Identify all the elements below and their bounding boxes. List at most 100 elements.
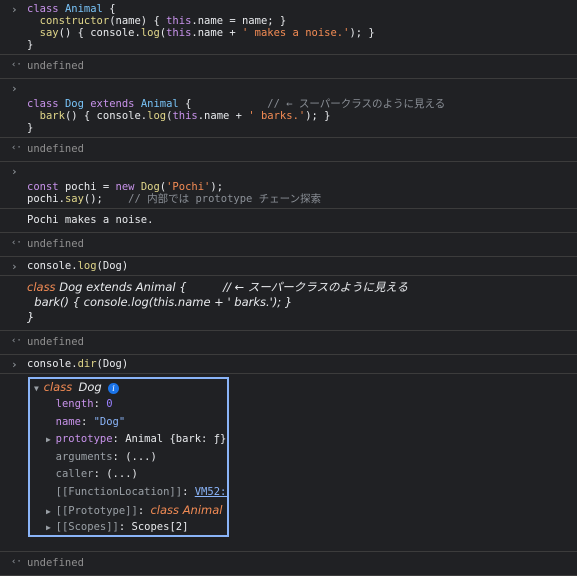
property-separator: : xyxy=(112,450,126,463)
return-arrow-icon: ‹· xyxy=(11,557,22,567)
code-token: constructor xyxy=(39,15,110,27)
property-separator: : xyxy=(112,433,126,446)
console-result-entry: ‹· undefined xyxy=(0,138,577,162)
code-token: // 内部では prototype チェーン探索 xyxy=(128,193,322,205)
code-token: .name = name; } xyxy=(191,15,287,27)
code-line: class Animal { xyxy=(27,3,577,15)
code-line: console.log(Dog) xyxy=(27,260,577,272)
code-token: class xyxy=(27,280,60,294)
code-token: () { console. xyxy=(64,110,148,122)
return-arrow-icon: ‹· xyxy=(11,336,22,346)
code-line: } xyxy=(27,122,577,134)
dir-object-tree[interactable]: ▼ class Dog i length: 0 name: "Dog" ▶ pro… xyxy=(28,377,229,537)
code-token: ); } xyxy=(349,27,375,39)
property-value: Animal {bark: ƒ} xyxy=(125,433,227,446)
result-value: undefined xyxy=(27,557,84,569)
expand-triangle-icon[interactable]: ▶ xyxy=(46,507,56,516)
code-token: ); } xyxy=(305,110,331,122)
property-separator: : xyxy=(182,486,195,498)
tree-property-row: arguments: (...) xyxy=(46,451,157,464)
log-text: Pochi makes a noise. xyxy=(27,214,154,226)
code-token: const xyxy=(27,181,65,193)
code-token: Animal xyxy=(64,3,110,15)
result-value: undefined xyxy=(27,336,84,348)
code-line: } xyxy=(27,39,577,51)
code-token: console. xyxy=(27,358,78,370)
code-line: bark() { console.log(this.name + ' barks… xyxy=(27,295,577,310)
console-input-entry[interactable]: › class Animal { constructor(name) { this… xyxy=(0,0,577,55)
code-token: // ← スーパークラスのように見える xyxy=(267,98,446,110)
code-line: const pochi = new Dog('Pochi'); xyxy=(27,181,577,193)
code-token: Dog xyxy=(64,98,91,110)
property-separator: : xyxy=(137,504,151,517)
property-key: caller xyxy=(55,468,94,481)
console-input-entry[interactable]: › console.log(Dog) xyxy=(0,257,577,276)
property-separator: : xyxy=(93,398,107,410)
code-token: ' makes a noise.' xyxy=(241,27,350,39)
info-icon[interactable]: i xyxy=(108,383,120,394)
expand-triangle-icon[interactable]: ▶ xyxy=(46,523,56,532)
property-key: [[Scopes]] xyxy=(55,521,119,534)
result-value: undefined xyxy=(27,238,84,250)
console-input-entry[interactable]: › console.dir(Dog) xyxy=(0,355,577,374)
code-token: class xyxy=(27,98,65,110)
code-token: bark xyxy=(39,110,65,122)
code-token: { xyxy=(109,3,116,15)
code-token: (Dog) xyxy=(96,260,129,272)
code-token: bark() { console.log(this.name + ' barks… xyxy=(27,295,293,309)
code-token: Dog xyxy=(140,181,160,193)
class-name: Dog xyxy=(78,380,102,394)
code-line: bark() { console.log(this.name + ' barks… xyxy=(27,110,577,122)
code-token: (name) { xyxy=(109,15,167,27)
console-input-entry[interactable]: › class Dog extends Animal { // ← スーパークラス… xyxy=(0,79,577,138)
tree-property-row[interactable]: ▶ [[Scopes]]: Scopes[2] xyxy=(46,521,188,534)
expand-triangle-icon[interactable]: ▶ xyxy=(46,435,56,444)
code-token: (); xyxy=(83,193,129,205)
code-token: (Dog) xyxy=(96,358,129,370)
code-token: new xyxy=(115,181,141,193)
code-token: Dog extends Animal { // ← スーパークラスのように見える xyxy=(59,280,409,294)
property-key: [[FunctionLocation]] xyxy=(55,486,183,498)
tree-property-row: name: "Dog" xyxy=(46,415,126,429)
code-line: pochi.say(); // 内部では prototype チェーン探索 xyxy=(27,193,577,205)
code-token: pochi = xyxy=(64,181,116,193)
code-token: say xyxy=(39,27,59,39)
result-value: undefined xyxy=(27,143,84,155)
tree-property-row[interactable]: ▶ [[Prototype]]: class Animal xyxy=(46,504,222,518)
property-value: 0 xyxy=(106,398,113,410)
code-token: this xyxy=(166,27,192,39)
prompt-chevron-icon: › xyxy=(11,260,18,273)
property-key: prototype xyxy=(55,433,113,446)
console-log-output: class Dog extends Animal { // ← スーパークラスの… xyxy=(0,276,577,331)
console-result-entry: ‹· undefined xyxy=(0,55,577,79)
property-key: length xyxy=(55,398,94,410)
tree-property-row: caller: (...) xyxy=(46,468,138,481)
code-token: log xyxy=(140,27,160,39)
property-separator: : xyxy=(93,468,107,481)
property-value[interactable]: VM52:2 xyxy=(195,486,227,498)
code-token: say xyxy=(64,193,84,205)
code-token: extends xyxy=(90,98,141,110)
property-separator: : xyxy=(80,415,94,428)
code-line: } xyxy=(27,310,577,325)
property-value: "Dog" xyxy=(93,415,126,428)
class-keyword: class xyxy=(43,380,73,394)
code-line: console.dir(Dog) xyxy=(27,358,577,370)
property-key: arguments xyxy=(55,450,113,463)
tree-header[interactable]: ▼ class Dog i xyxy=(34,380,120,395)
expand-triangle-icon[interactable]: ▼ xyxy=(34,384,44,393)
console-log-output: Pochi makes a noise. xyxy=(0,209,577,233)
property-value: (...) xyxy=(125,450,157,463)
code-line: say() { console.log(this.name + ' makes … xyxy=(27,27,577,39)
property-key: [[Prototype]] xyxy=(55,504,138,517)
property-separator: : xyxy=(118,521,132,534)
tree-property-row: [[FunctionLocation]]: VM52:2 xyxy=(46,486,227,499)
code-token: } xyxy=(27,39,34,51)
tree-property-row[interactable]: ▶ prototype: Animal {bark: ƒ} xyxy=(46,433,226,446)
console-input-entry[interactable]: › const pochi = new Dog('Pochi'); pochi.sa… xyxy=(0,162,577,209)
